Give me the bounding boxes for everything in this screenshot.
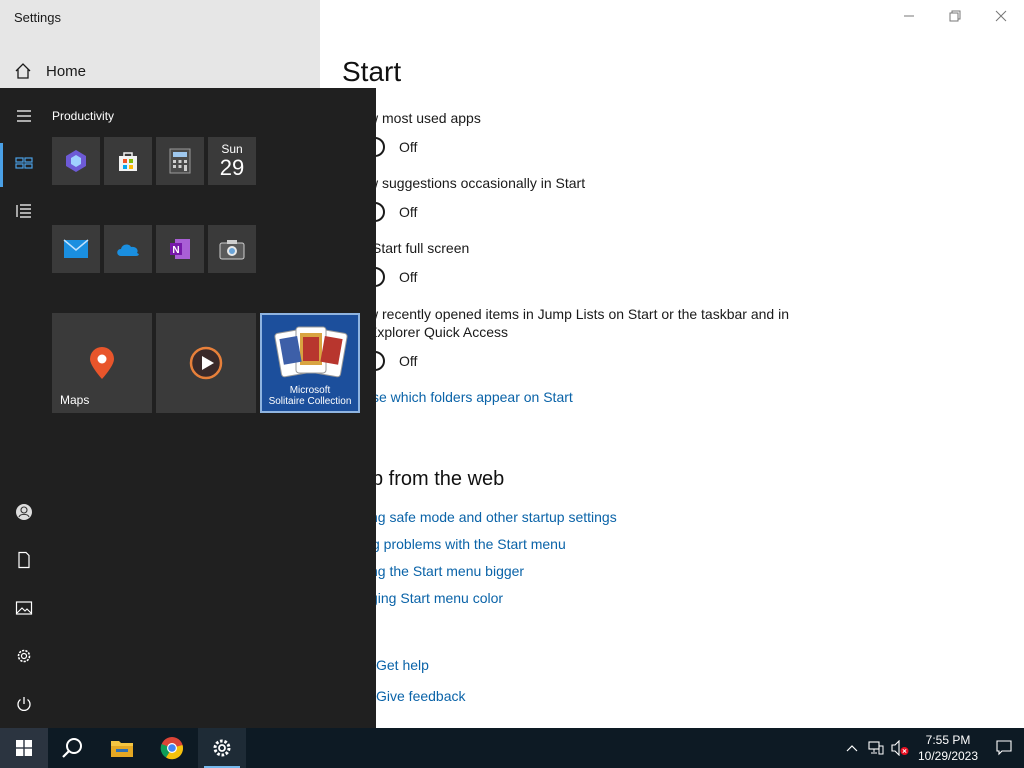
search-button[interactable] — [48, 728, 96, 768]
help-link-start-color[interactable]: ging Start menu color — [370, 590, 503, 606]
system-tray: 7:55 PM 10/29/2023 — [840, 728, 1024, 768]
give-feedback-link[interactable]: Give feedback — [376, 688, 466, 704]
power-icon — [17, 697, 31, 711]
notification-icon — [996, 740, 1012, 756]
pictures-icon — [15, 601, 33, 615]
close-icon — [995, 10, 1007, 22]
list-icon — [16, 204, 31, 218]
calculator-icon — [169, 148, 191, 174]
tile-camera[interactable] — [208, 225, 256, 273]
onedrive-icon — [117, 244, 139, 256]
expand-menu-button[interactable] — [0, 94, 48, 138]
calendar-day: Sun — [221, 141, 243, 156]
play-icon — [189, 346, 223, 380]
nav-home[interactable]: Home — [14, 62, 86, 80]
windows-logo-icon — [16, 740, 32, 756]
restore-button[interactable] — [932, 0, 978, 32]
gear-icon — [17, 649, 31, 663]
nav-home-label: Home — [46, 62, 87, 80]
tile-microsoft-store[interactable] — [104, 137, 152, 185]
file-explorer-button[interactable] — [98, 728, 146, 768]
minimize-button[interactable] — [886, 0, 932, 32]
option-fullscreen-label: Start full screen — [372, 240, 470, 256]
calendar-date: 29 — [219, 154, 245, 180]
option-suggestions-label: w suggestions occasionally in Start — [368, 175, 586, 191]
help-link-start-bigger[interactable]: ng the Start menu bigger — [370, 563, 524, 579]
clock[interactable]: 7:55 PM 10/29/2023 — [912, 732, 984, 764]
settings-taskbar-button[interactable] — [198, 728, 246, 768]
tile-calendar[interactable]: Sun 29 — [208, 137, 256, 185]
show-hidden-icons-button[interactable] — [840, 728, 864, 768]
help-link-safe-mode[interactable]: ng safe mode and other startup settings — [370, 509, 617, 525]
chrome-icon — [160, 737, 184, 760]
network-icon — [868, 741, 884, 755]
tile-onenote[interactable]: N — [156, 225, 204, 273]
mail-icon — [63, 239, 89, 258]
chrome-button[interactable] — [148, 728, 196, 768]
toggle-state: Off — [399, 269, 418, 285]
close-button[interactable] — [978, 0, 1024, 32]
tile-power-automate[interactable] — [52, 137, 100, 185]
playing-cards-icon — [274, 326, 348, 378]
window-title: Settings — [14, 10, 61, 25]
user-account-button[interactable] — [0, 490, 48, 534]
maps-pin-icon — [90, 347, 114, 379]
tile-calculator[interactable] — [156, 137, 204, 185]
folder-icon — [111, 741, 133, 757]
action-center-button[interactable] — [984, 728, 1024, 768]
tile-mail[interactable] — [52, 225, 100, 273]
maps-tile-label: Maps — [60, 393, 90, 407]
power-button[interactable] — [0, 682, 48, 726]
option-most-used-label: w most used apps — [368, 110, 481, 126]
gear-icon — [213, 739, 231, 757]
start-rail — [0, 88, 48, 728]
hamburger-icon — [17, 110, 31, 122]
start-menu: Productivity Sun 29 N Maps Microsoft Sol… — [0, 88, 376, 728]
clock-time: 7:55 PM — [925, 733, 971, 747]
all-apps-button[interactable] — [0, 189, 48, 233]
get-help-link[interactable]: Get help — [376, 657, 429, 673]
chevron-up-icon — [846, 745, 858, 752]
tile-group-title: Productivity — [52, 109, 115, 123]
taskbar: 7:55 PM 10/29/2023 — [0, 728, 1024, 768]
settings-button[interactable] — [0, 634, 48, 678]
tile-onedrive[interactable] — [104, 225, 152, 273]
restore-icon — [949, 10, 961, 22]
user-icon — [16, 504, 32, 520]
start-button[interactable] — [0, 728, 48, 768]
tiles-icon — [15, 157, 33, 169]
pictures-button[interactable] — [0, 586, 48, 630]
toggle-state: Off — [399, 353, 418, 369]
store-icon — [119, 152, 137, 171]
tile-maps[interactable]: Maps — [52, 313, 152, 413]
window-controls — [886, 0, 1024, 32]
solitaire-label-line1: Microsoft — [289, 385, 331, 396]
volume-button[interactable] — [888, 728, 912, 768]
minimize-icon — [904, 15, 914, 17]
pinned-tiles-button[interactable] — [0, 141, 48, 185]
clock-date: 10/29/2023 — [917, 749, 979, 763]
camera-icon — [219, 240, 245, 260]
volume-muted-icon — [891, 740, 909, 756]
home-icon — [15, 63, 31, 79]
toggle-state: Off — [399, 204, 418, 220]
choose-folders-link[interactable]: se which folders appear on Start — [372, 389, 573, 405]
toggle-state: Off — [399, 139, 418, 155]
option-jumplists-label-line2: Explorer Quick Access — [368, 324, 509, 340]
network-button[interactable] — [864, 728, 888, 768]
power-automate-icon — [66, 150, 86, 172]
onenote-icon: N — [170, 239, 190, 259]
option-jumplists-label-line1: w recently opened items in Jump Lists on… — [368, 306, 789, 322]
tile-media-player[interactable] — [156, 313, 256, 413]
documents-button[interactable] — [0, 538, 48, 582]
search-icon — [62, 738, 82, 758]
document-icon — [18, 551, 30, 569]
solitaire-label-line2: Solitaire Collection — [268, 396, 352, 407]
help-section-title: p from the web — [372, 468, 505, 490]
tile-solitaire[interactable]: Microsoft Solitaire Collection — [260, 313, 360, 413]
svg-text:N: N — [172, 245, 179, 256]
help-link-start-problems[interactable]: g problems with the Start menu — [372, 536, 566, 552]
page-title: Start — [342, 56, 402, 87]
